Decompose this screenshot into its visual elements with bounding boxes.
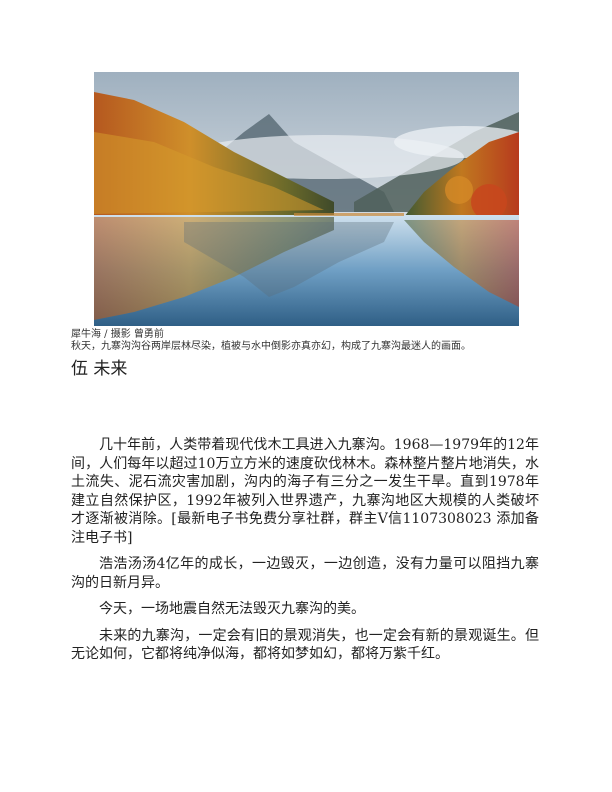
section-title: 伍 未来 xyxy=(71,359,128,379)
paragraph: 今天，一场地震自然无法毁灭九寨沟的美。 xyxy=(99,601,365,617)
caption-text: 秋天，九寨沟沟谷两岸层林尽染，植被与水中倒影亦真亦幻，构成了九寨沟最迷人的画面。 xyxy=(71,341,471,352)
landscape-photo xyxy=(94,72,519,326)
paragraph: 浩浩汤汤4亿年的成长，一边毁灭，一边创造，没有力量可以阻挡九寨沟的日新月异。 xyxy=(71,556,539,591)
photo-caption: 犀牛海 / 摄影 曾勇前 秋天，九寨沟沟谷两岸层林尽染，植被与水中倒影亦真亦幻，… xyxy=(71,329,471,353)
lake-reflection-illustration xyxy=(94,72,519,326)
photo-credit: 犀牛海 / 摄影 曾勇前 xyxy=(71,329,164,340)
article-body: 几十年前，人类带着现代伐木工具进入九寨沟。1968—1979年的12年间，人们每… xyxy=(71,436,539,672)
paragraph: 未来的九寨沟，一定会有旧的景观消失，也一定会有新的景观诞生。但无论如何，它都将纯… xyxy=(71,627,539,663)
paragraph: 几十年前，人类带着现代伐木工具进入九寨沟。1968—1979年的12年间，人们每… xyxy=(71,437,539,546)
